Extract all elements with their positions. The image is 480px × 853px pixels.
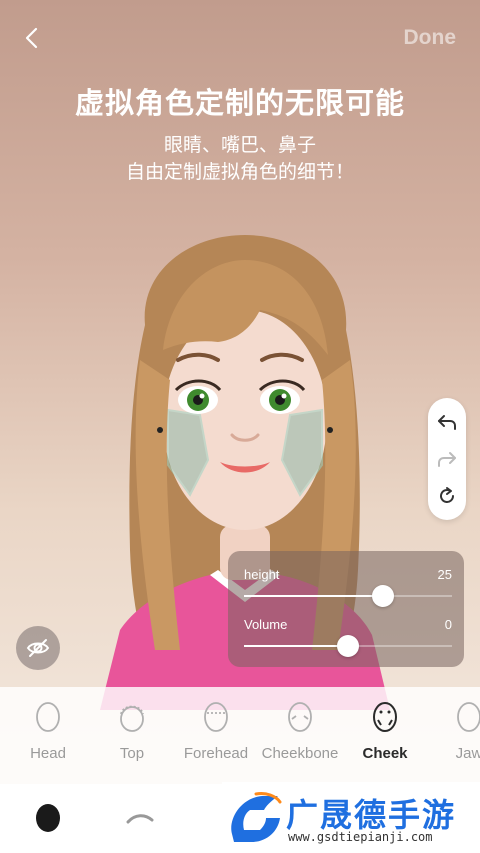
back-button[interactable] xyxy=(18,22,46,54)
promo-title: 虚拟角色定制的无限可能 xyxy=(74,88,405,120)
part-cheekbone[interactable]: Cheekbone xyxy=(260,699,340,762)
volume-slider[interactable] xyxy=(244,635,452,657)
height-slider-value: 25 xyxy=(437,567,452,582)
eyebrow-icon xyxy=(126,814,154,824)
eye-off-icon xyxy=(26,639,50,657)
done-button[interactable]: Done xyxy=(404,26,457,50)
edit-history-toolbar xyxy=(428,398,466,520)
part-cheek-label: Cheek xyxy=(362,745,408,762)
hide-overlay-button[interactable] xyxy=(16,626,60,670)
part-cheek[interactable]: Cheek xyxy=(345,699,425,762)
height-slider[interactable] xyxy=(244,585,452,607)
redo-icon xyxy=(438,451,456,467)
chevron-left-icon xyxy=(25,27,38,49)
jaw-shape-icon xyxy=(457,702,480,732)
volume-slider-value: 0 xyxy=(444,617,452,632)
part-head[interactable]: Head xyxy=(8,699,88,762)
part-jaw[interactable]: Jaw xyxy=(429,699,480,762)
part-top-label: Top xyxy=(119,745,145,762)
promo-subtitle-line2: 自由定制虚拟角色的细节！ xyxy=(125,162,354,183)
face-shape-icon xyxy=(36,804,60,832)
part-head-label: Head xyxy=(30,745,66,762)
watermark-url: www.gsdtiepianji.com xyxy=(288,830,433,844)
reset-icon xyxy=(440,486,454,503)
cheek-shape-icon xyxy=(373,702,397,732)
part-forehead[interactable]: Forehead xyxy=(176,699,256,762)
part-top[interactable]: Top xyxy=(92,699,172,762)
undo-icon xyxy=(438,415,456,431)
avatar-editor-screen: Done 虚拟角色定制的无限可能 眼睛、嘴巴、鼻子 自由定制虚拟角色的细节！ h… xyxy=(0,0,480,853)
volume-slider-row: Volume 0 xyxy=(244,615,452,657)
head-shape-icon xyxy=(36,702,60,732)
reset-button[interactable] xyxy=(434,483,460,509)
volume-slider-fill xyxy=(244,645,348,647)
part-cheekbone-label: Cheekbone xyxy=(261,745,339,762)
volume-slider-label: Volume xyxy=(244,617,288,632)
height-slider-row: height 25 xyxy=(244,565,452,607)
top-shape-icon xyxy=(120,705,144,732)
cheekbone-shape-icon xyxy=(288,702,312,732)
promo-subtitle-line1: 眼睛、嘴巴、鼻子 xyxy=(163,135,316,156)
height-slider-knob[interactable] xyxy=(372,585,395,607)
site-watermark: 广晟德手游 www.gsdtiepianji.com xyxy=(222,782,480,853)
tab-face[interactable] xyxy=(30,798,66,838)
height-slider-label: height xyxy=(244,567,280,582)
undo-button[interactable] xyxy=(434,409,460,435)
watermark-logo-icon xyxy=(231,792,282,842)
part-forehead-label: Forehead xyxy=(183,745,249,762)
face-part-selector: Head Top Forehead Cheekbone Cheek Jaw xyxy=(0,687,480,784)
tab-eyebrow[interactable] xyxy=(122,798,158,838)
height-slider-fill xyxy=(244,595,384,597)
forehead-shape-icon xyxy=(204,702,228,732)
redo-button[interactable] xyxy=(434,446,460,472)
part-jaw-label: Jaw xyxy=(455,745,480,762)
adjustment-panel: height 25 Volume 0 xyxy=(228,551,464,667)
volume-slider-knob[interactable] xyxy=(337,635,359,657)
